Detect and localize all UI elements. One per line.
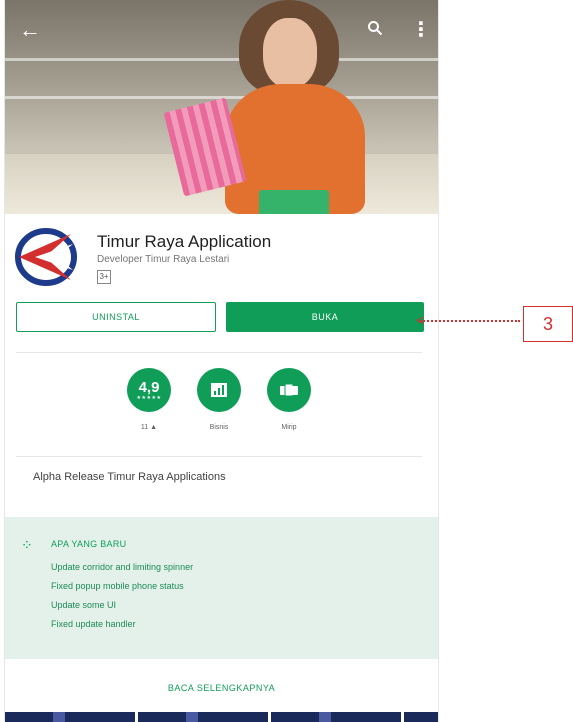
more-vert-icon[interactable]: ⋮ (411, 20, 431, 40)
rating-stat[interactable]: 4,9 ★★★★★ 11 ▲ (124, 368, 174, 431)
shopping-bag (259, 190, 329, 214)
arrow-back-icon[interactable]: ← (19, 19, 41, 41)
list-item: Update some UI (51, 600, 117, 610)
rating-value: 4,9 (138, 378, 160, 396)
similar-label: Mirip (281, 424, 297, 431)
list-item: Update corridor and limiting spinner (51, 562, 194, 572)
annotation-arrow (420, 320, 520, 324)
phone-screen: ← ⋮ Timur Raya Application Developer Tim… (5, 0, 438, 722)
whats-new-list: Update corridor and limiting spinner Fix… (51, 558, 193, 634)
similar-stat[interactable]: Mirip (264, 368, 314, 431)
similar-apps-icon (267, 368, 311, 412)
uninstall-button[interactable]: UNINSTAL (16, 302, 216, 332)
spinner-icon: ⁘ (21, 537, 33, 553)
category-label: Bisnis (209, 424, 229, 431)
mall-rail (5, 58, 438, 61)
app-title: Timur Raya Application (97, 232, 272, 251)
rating-badge: 4,9 ★★★★★ (127, 368, 171, 412)
developer-name[interactable]: Developer Timur Raya Lestari (97, 254, 229, 265)
app-description[interactable]: Alpha Release Timur Raya Applications (33, 471, 226, 483)
annotation-label: 3 (523, 306, 573, 342)
arrow-head-icon: < (416, 312, 425, 328)
whats-new-title: APA YANG BARU (51, 539, 127, 549)
search-icon[interactable] (367, 20, 383, 40)
person-face (263, 18, 317, 88)
whats-new-section: ⁘ APA YANG BARU Update corridor and limi… (5, 517, 438, 659)
feature-graphic: ← ⋮ (5, 0, 438, 214)
divider (16, 456, 422, 457)
chart-icon (197, 368, 241, 412)
app-logo (15, 228, 77, 286)
list-item: Fixed update handler (51, 619, 136, 629)
read-more-button[interactable]: BACA SELENGKAPNYA (5, 683, 438, 693)
rating-count: 11 ▲ (140, 424, 158, 431)
open-button[interactable]: BUKA (226, 302, 424, 332)
divider (16, 352, 422, 353)
rating-stars: ★★★★★ (136, 394, 162, 401)
list-item: Fixed popup mobile phone status (51, 581, 184, 591)
category-stat[interactable]: Bisnis (194, 368, 244, 431)
screenshot-strip (5, 712, 438, 722)
content-rating-badge: 3+ (97, 270, 111, 284)
